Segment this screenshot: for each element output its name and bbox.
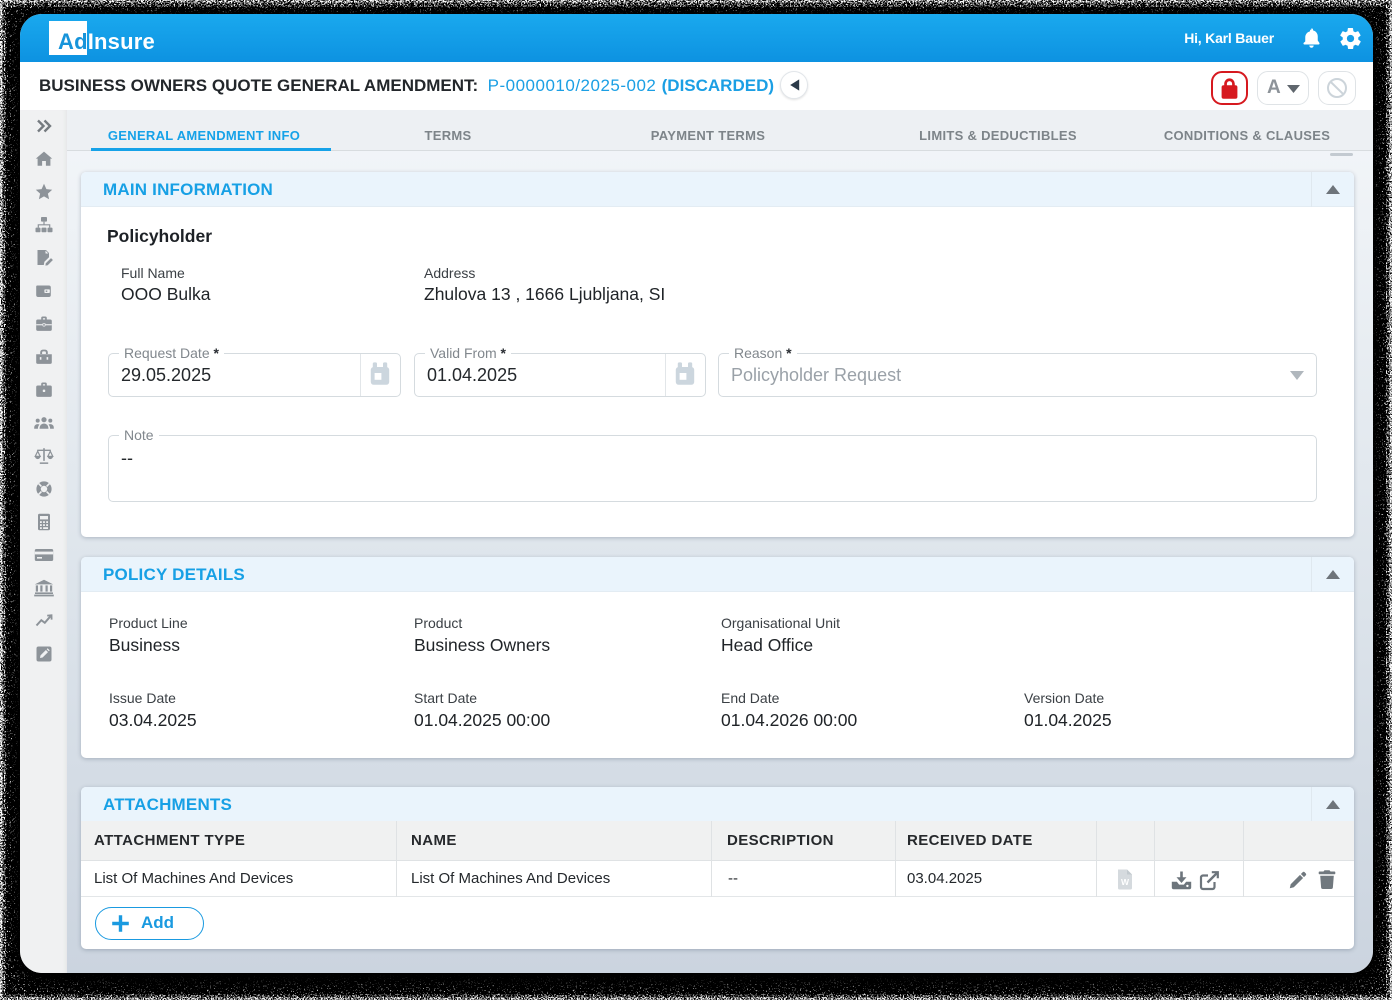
svg-text:W: W [1121,877,1130,887]
